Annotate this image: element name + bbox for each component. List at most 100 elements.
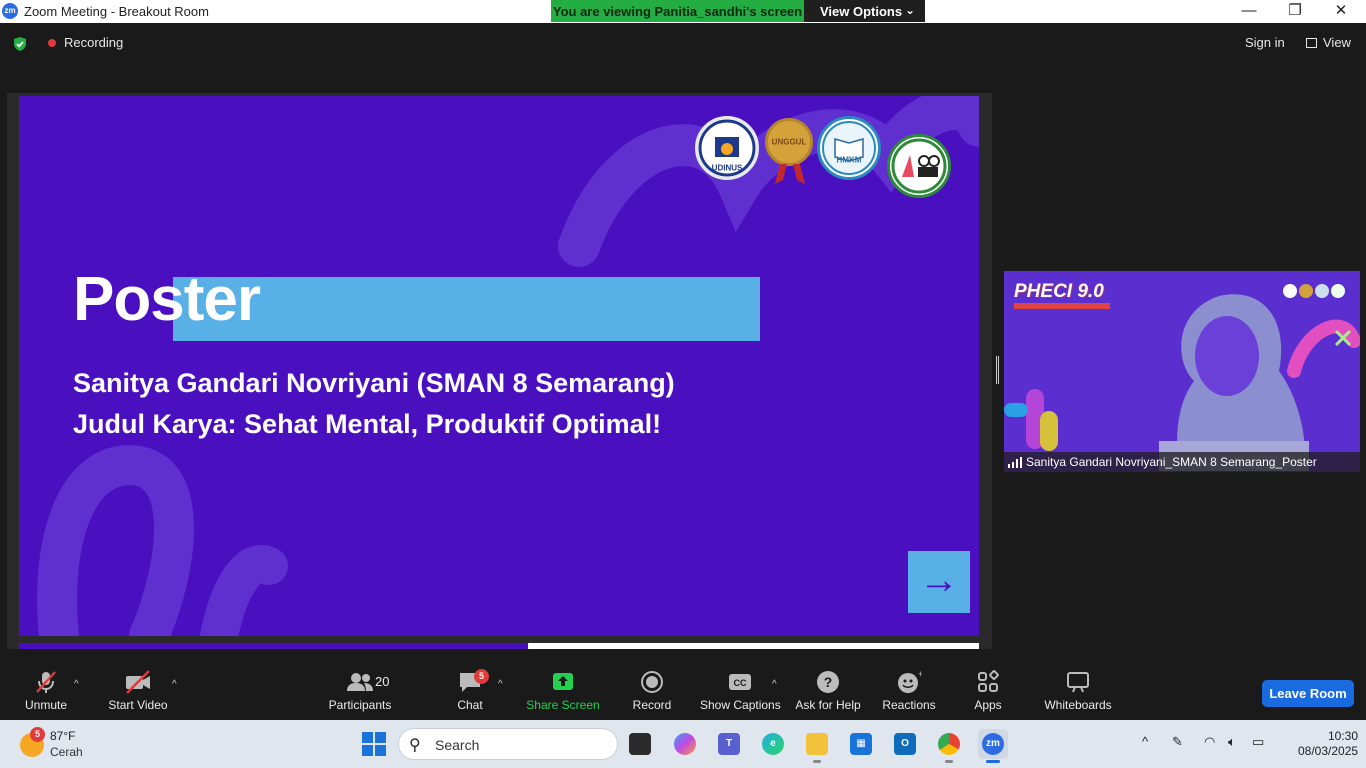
apps-grid-icon [978,670,999,692]
participant-video-tile[interactable]: PHECI 9.0 Sanitya Gandari Novriyani_SMAN… [1004,271,1360,472]
clock-time: 10:30 [1327,729,1358,743]
copilot-icon [674,733,696,755]
running-indicator [813,760,821,763]
view-button[interactable]: View [1306,35,1351,50]
next-slide-arrow: → [908,551,970,613]
svg-text:CC: CC [734,678,747,688]
close-button[interactable]: ✕ [1318,0,1364,23]
sign-in-button[interactable]: Sign in [1245,35,1285,50]
unmute-button[interactable]: Unmute [18,669,74,712]
participant-name-tag: Sanitya Gandari Novriyani_SMAN 8 Semaran… [1004,452,1360,472]
start-video-label: Start Video [108,698,168,712]
running-indicator [945,760,953,763]
share-screen-label: Share Screen [526,698,600,712]
weather-condition: Cerah [50,745,83,759]
taskbar-search-box[interactable]: ⚲ Search [398,728,618,760]
hmkm-text: HMKM [836,155,862,165]
minimize-button[interactable]: — [1226,0,1272,23]
text-highlight [173,277,760,341]
system-clock[interactable]: 10:30 08/03/2025 [1298,729,1358,759]
zoom-logo-icon: zm [2,3,18,19]
view-grid-icon [1306,38,1317,48]
show-hidden-icons-chevron[interactable]: ^ [1142,734,1148,749]
signal-strength-icon [1008,457,1022,468]
presentation-slide: Poster Sanitya Gandari Novriyani (SMAN 8… [19,96,979,636]
teams-app[interactable]: T [714,729,744,759]
slide-title: Poster [73,265,261,334]
outlook-app[interactable]: O [890,729,920,759]
udinus-logo: UDINUS [695,116,759,180]
clock-date: 08/03/2025 [1298,744,1359,758]
sponsor-logos: UDINUS UNGGUL HMKM [695,116,955,198]
caret-up-icon: ^ [498,679,503,690]
apps-button[interactable]: Apps [968,669,1008,712]
event-subtitle-banner [1014,303,1110,309]
reactions-button[interactable]: + Reactions [880,669,938,712]
edge-icon: e [762,733,784,755]
window-title: Zoom Meeting - Breakout Room [24,4,209,19]
camera-emblem-icon [891,138,947,194]
teams-icon: T [718,733,740,755]
svg-text:+: + [918,669,922,679]
view-label: View [1323,35,1351,50]
leave-room-button[interactable]: Leave Room [1262,680,1354,707]
edge-app[interactable]: e [758,729,788,759]
slide-progress-fill [19,643,528,649]
restore-button[interactable]: ❐ [1272,0,1318,23]
whiteboard-icon [1067,672,1089,693]
slide-work-title-line: Judul Karya: Sehat Mental, Produktif Opt… [73,409,662,439]
meeting-top-bar: Recording Sign in View [0,23,1366,93]
slide-participant-line: Sanitya Gandari Novriyani (SMAN 8 Semara… [73,368,675,398]
hmkm-logo: HMKM [817,116,881,180]
security-shield-icon[interactable] [12,36,28,52]
reactions-label: Reactions [882,698,936,712]
store-icon: ▦ [850,733,872,755]
zoom-app[interactable]: zm [978,729,1008,763]
search-placeholder: Search [435,737,480,753]
whiteboards-button[interactable]: Whiteboards [1042,669,1114,712]
chat-unread-badge: 5 [474,669,489,684]
record-button[interactable]: Record [630,669,674,712]
file-explorer-app[interactable] [802,729,832,763]
weather-widget[interactable]: 5 87°F Cerah [18,727,138,763]
caret-up-icon: ^ [172,679,177,690]
chrome-icon [938,733,960,755]
show-captions-label: Show Captions [700,698,781,712]
arrow-right-icon: → [919,558,959,602]
view-options-button[interactable]: View Options ⌄ [804,0,925,22]
pen-menu-icon[interactable]: ✎ [1172,734,1183,750]
apps-label: Apps [974,698,1002,712]
chrome-app[interactable] [934,729,964,763]
start-video-button[interactable]: Start Video [104,669,172,712]
slide-progress-bar [19,643,979,649]
microsoft-store-app[interactable]: ▦ [846,729,876,759]
unggul-badge-logo: UNGGUL [765,118,813,166]
view-options-label: View Options [820,4,903,19]
film-community-logo [887,134,951,198]
task-view-icon [629,733,651,755]
participant-name: Sanitya Gandari Novriyani_SMAN 8 Semaran… [1026,455,1317,469]
recording-indicator[interactable]: Recording [64,35,123,50]
book-emblem-icon [822,121,876,175]
ask-for-help-button[interactable]: ? Ask for Help [794,669,862,712]
background-shape [1004,389,1058,451]
share-screen-icon [553,673,573,690]
speaker-muted-icon[interactable]: 🔈︎ [1228,734,1236,750]
chevron-down-icon: ⌄ [904,3,915,17]
microphone-muted-icon [36,671,56,693]
show-captions-button[interactable]: CC Show Captions [700,669,781,712]
participants-label: Participants [328,698,392,712]
share-screen-button[interactable]: Share Screen [526,669,600,712]
wifi-icon[interactable]: ◠ [1204,734,1215,750]
panel-resize-handle[interactable] [996,356,999,384]
whiteboards-label: Whiteboards [1044,698,1112,712]
unmute-label: Unmute [24,698,68,712]
copilot-app[interactable] [670,729,700,759]
windows-start-icon[interactable] [362,732,386,756]
caret-up-icon: ^ [772,679,777,690]
battery-icon[interactable]: ▭ [1252,734,1264,750]
zoom-app-icon: zm [982,733,1004,755]
task-view-app[interactable] [625,729,655,759]
participants-icon [347,673,373,691]
video-camera-off-icon [126,670,150,694]
